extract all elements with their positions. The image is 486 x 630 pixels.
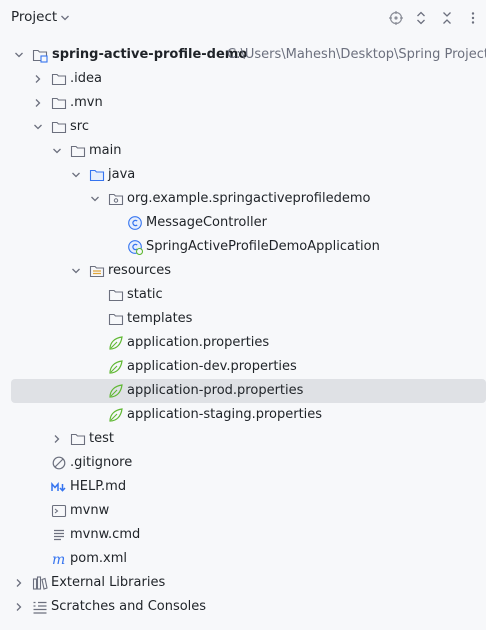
ignore-file-icon bbox=[51, 455, 67, 471]
tree-item-resources[interactable]: resources bbox=[0, 259, 486, 283]
tree-item-label: mvnw.cmd bbox=[70, 527, 141, 542]
tree-item-label: mvnw bbox=[70, 503, 110, 518]
chevron-down-icon[interactable] bbox=[51, 145, 63, 157]
folder-icon bbox=[70, 431, 86, 447]
folder-icon bbox=[70, 143, 86, 159]
tree-item-mvn[interactable]: .mvn bbox=[0, 91, 486, 115]
svg-text:m: m bbox=[52, 552, 65, 567]
tree-item-label: SpringActiveProfileDemoApplication bbox=[146, 239, 380, 254]
tree-item-app-prod-properties[interactable]: application-prod.properties bbox=[11, 379, 486, 403]
chevron-right-icon[interactable] bbox=[32, 97, 44, 109]
resources-folder-icon bbox=[89, 263, 105, 279]
tree-item-gitignore[interactable]: .gitignore bbox=[0, 451, 486, 475]
chevron-down-icon[interactable] bbox=[32, 121, 44, 133]
tree-item-label: static bbox=[127, 287, 163, 302]
chevron-down-icon[interactable] bbox=[89, 193, 101, 205]
tree-item-package[interactable]: org.example.springactiveprofiledemo bbox=[0, 187, 486, 211]
spring-boot-class-icon bbox=[127, 239, 144, 256]
panel-title[interactable]: Project bbox=[11, 9, 57, 25]
tree-item-main[interactable]: main bbox=[0, 139, 486, 163]
tree-item-label: MessageController bbox=[146, 215, 267, 230]
folder-icon bbox=[108, 287, 124, 303]
tree-item-label: application-prod.properties bbox=[127, 383, 304, 398]
tree-item-label: HELP.md bbox=[70, 479, 127, 494]
tree-item-label: External Libraries bbox=[51, 575, 166, 590]
tree-item-app-staging-properties[interactable]: application-staging.properties bbox=[0, 403, 486, 427]
tree-item-static[interactable]: static bbox=[0, 283, 486, 307]
tree-item-label: .mvn bbox=[70, 95, 103, 110]
tree-item-mvnw[interactable]: mvnw bbox=[0, 499, 486, 523]
tree-item-label: Scratches and Consoles bbox=[51, 599, 207, 614]
expand-all-icon[interactable] bbox=[413, 10, 429, 26]
source-folder-icon bbox=[89, 167, 105, 183]
chevron-right-icon[interactable] bbox=[51, 433, 63, 445]
tree-item-test[interactable]: test bbox=[0, 427, 486, 451]
project-tree: spring-active-profile-demo C:\Users\Mahe… bbox=[0, 43, 486, 619]
tree-item-pom[interactable]: m pom.xml bbox=[0, 547, 486, 571]
tree-item-label: spring-active-profile-demo bbox=[52, 47, 248, 62]
tree-item-label: .gitignore bbox=[70, 455, 133, 470]
library-icon bbox=[32, 575, 48, 591]
text-file-icon bbox=[51, 527, 67, 543]
tree-item-templates[interactable]: templates bbox=[0, 307, 486, 331]
shell-script-icon bbox=[51, 503, 67, 519]
chevron-right-icon[interactable] bbox=[13, 577, 25, 589]
tree-item-label: org.example.springactiveprofiledemo bbox=[127, 191, 371, 206]
folder-icon bbox=[51, 95, 67, 111]
tree-item-application-class[interactable]: SpringActiveProfileDemoApplication bbox=[0, 235, 486, 259]
chevron-down-icon[interactable] bbox=[70, 169, 82, 181]
tree-item-app-properties[interactable]: application.properties bbox=[0, 331, 486, 355]
project-path: C:\Users\Mahesh\Desktop\Spring Project bbox=[227, 47, 486, 62]
tree-item-label: resources bbox=[108, 263, 172, 278]
tree-item-external-libraries[interactable]: External Libraries bbox=[0, 571, 486, 595]
tree-item-label: pom.xml bbox=[70, 551, 127, 566]
tree-item-java[interactable]: java bbox=[0, 163, 486, 187]
project-panel-header: Project bbox=[0, 0, 486, 37]
chevron-down-icon[interactable] bbox=[13, 49, 25, 61]
more-icon[interactable] bbox=[465, 10, 481, 26]
chevron-down-icon[interactable] bbox=[70, 265, 82, 277]
tree-item-label: application-staging.properties bbox=[127, 407, 323, 422]
tree-item-root[interactable]: spring-active-profile-demo C:\Users\Mahe… bbox=[0, 43, 486, 67]
tree-item-label: java bbox=[108, 167, 136, 182]
chevron-right-icon[interactable] bbox=[32, 73, 44, 85]
module-folder-icon bbox=[32, 47, 48, 63]
spring-properties-icon bbox=[108, 335, 124, 351]
tree-item-idea[interactable]: .idea bbox=[0, 67, 486, 91]
package-icon bbox=[108, 191, 124, 207]
tree-item-scratches[interactable]: Scratches and Consoles bbox=[0, 595, 486, 619]
tree-item-label: test bbox=[89, 431, 114, 446]
tree-item-label: templates bbox=[127, 311, 193, 326]
tree-item-label: src bbox=[70, 119, 89, 134]
tree-item-mvnw-cmd[interactable]: mvnw.cmd bbox=[0, 523, 486, 547]
close-icon[interactable] bbox=[439, 10, 455, 26]
scratches-icon bbox=[32, 599, 48, 615]
spring-properties-icon bbox=[108, 407, 124, 423]
tree-item-label: application.properties bbox=[127, 335, 270, 350]
folder-icon bbox=[108, 311, 124, 327]
chevron-right-icon[interactable] bbox=[13, 601, 25, 613]
maven-icon: m bbox=[51, 551, 67, 568]
tree-item-label: main bbox=[89, 143, 122, 158]
markdown-icon bbox=[51, 479, 67, 495]
tree-item-label: .idea bbox=[70, 71, 102, 86]
folder-icon bbox=[51, 71, 67, 87]
java-class-icon bbox=[127, 215, 143, 231]
spring-properties-icon bbox=[108, 383, 124, 399]
tree-item-label: application-dev.properties bbox=[127, 359, 297, 374]
tree-item-app-dev-properties[interactable]: application-dev.properties bbox=[0, 355, 486, 379]
locate-icon[interactable] bbox=[388, 10, 404, 26]
folder-icon bbox=[51, 119, 67, 135]
tree-item-src[interactable]: src bbox=[0, 115, 486, 139]
spring-properties-icon bbox=[108, 359, 124, 375]
chevron-down-icon[interactable] bbox=[60, 12, 70, 27]
tree-item-message-controller[interactable]: MessageController bbox=[0, 211, 486, 235]
tree-item-help[interactable]: HELP.md bbox=[0, 475, 486, 499]
